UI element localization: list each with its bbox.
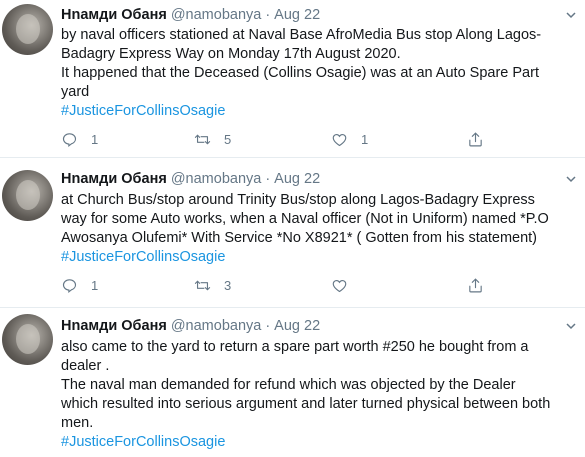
retweet-icon (194, 134, 211, 145)
reply-count: 1 (91, 132, 99, 147)
tweet-text: by naval officers stationed at Naval Bas… (61, 26, 581, 121)
avatar[interactable] (2, 170, 53, 221)
timestamp[interactable]: Aug 22 (274, 7, 320, 23)
retweet-count: 5 (224, 132, 232, 147)
share-icon (469, 278, 482, 293)
like-button[interactable]: 1 (331, 131, 368, 148)
author-handle[interactable]: @namobanya (171, 318, 262, 334)
separator-dot: · (265, 171, 271, 187)
tweet-2[interactable]: Нnамди Обаня @namobanya · Aug 22 at Church… (0, 158, 585, 308)
tweet-3[interactable]: Нnамди Обаня @namobanya · Aug 22 also came… (0, 308, 585, 457)
like-button[interactable] (331, 277, 361, 294)
tweet-line: also came to the yard to return a spare … (61, 339, 529, 355)
author-handle[interactable]: @namobanya (171, 7, 262, 23)
share-button[interactable] (467, 131, 484, 148)
author-handle[interactable]: @namobanya (171, 171, 262, 187)
tweet-line: Awosanya Olufemi* With Service *No X8921… (61, 230, 538, 246)
avatar[interactable] (2, 314, 53, 365)
tweet-line: Badagry Express Way on Monday 17th Augus… (61, 46, 401, 62)
tweet-line: way for some Auto works, when a Naval of… (61, 211, 549, 227)
reply-button[interactable]: 1 (61, 277, 98, 294)
separator-dot: · (265, 318, 271, 334)
tweet-line: yard (61, 84, 90, 100)
retweet-button[interactable]: 5 (194, 131, 231, 148)
separator-dot: · (265, 7, 271, 23)
like-count: 1 (361, 132, 369, 147)
tweet-line: It happened that the Deceased (Collins O… (61, 65, 539, 81)
tweet-line: at Church Bus/stop around Trinity Bus/st… (61, 192, 535, 208)
tweet-actions: 1 5 1 (61, 131, 521, 149)
retweet-count: 3 (224, 278, 232, 293)
heart-icon (332, 133, 347, 147)
tweet-actions: 1 3 (61, 277, 521, 295)
tweet-line: The naval man demanded for refund which … (61, 377, 516, 393)
author-name[interactable]: Нnамди Обаня (61, 318, 167, 334)
retweet-button[interactable]: 3 (194, 277, 231, 294)
tweet-line: men. (61, 415, 94, 431)
reply-button[interactable]: 1 (61, 131, 98, 148)
tweet-1[interactable]: Нnамди Обаня @namobanya · Aug 22 by naval … (0, 0, 585, 158)
reply-icon (62, 133, 77, 148)
reply-count: 1 (91, 278, 99, 293)
author-name[interactable]: Нnамди Обаня (61, 7, 167, 23)
timestamp[interactable]: Aug 22 (274, 318, 320, 334)
tweet-header: Нnамди Обаня @namobanya · Aug 22 (61, 7, 320, 23)
tweet-text: also came to the yard to return a spare … (61, 338, 581, 452)
tweet-header: Нnамди Обаня @namobanya · Aug 22 (61, 171, 320, 187)
chevron-down-icon[interactable] (565, 9, 577, 21)
timestamp[interactable]: Aug 22 (274, 171, 320, 187)
retweet-icon (194, 280, 211, 291)
chevron-down-icon[interactable] (565, 320, 577, 332)
share-icon (469, 132, 482, 147)
tweet-line: which resulted into serious argument and… (61, 396, 551, 412)
tweet-line: by naval officers stationed at Naval Bas… (61, 27, 542, 43)
hashtag-link[interactable]: #JusticeForCollinsOsagie (61, 248, 581, 267)
heart-icon (332, 279, 347, 293)
tweet-line: dealer . (61, 358, 110, 374)
author-name[interactable]: Нnамди Обаня (61, 171, 167, 187)
share-button[interactable] (467, 277, 484, 294)
hashtag-link[interactable]: #JusticeForCollinsOsagie (61, 433, 581, 452)
chevron-down-icon[interactable] (565, 173, 577, 185)
hashtag-link[interactable]: #JusticeForCollinsOsagie (61, 102, 581, 121)
tweet-header: Нnамди Обаня @namobanya · Aug 22 (61, 318, 320, 334)
reply-icon (62, 279, 77, 294)
tweet-text: at Church Bus/stop around Trinity Bus/st… (61, 191, 581, 267)
avatar[interactable] (2, 4, 53, 55)
